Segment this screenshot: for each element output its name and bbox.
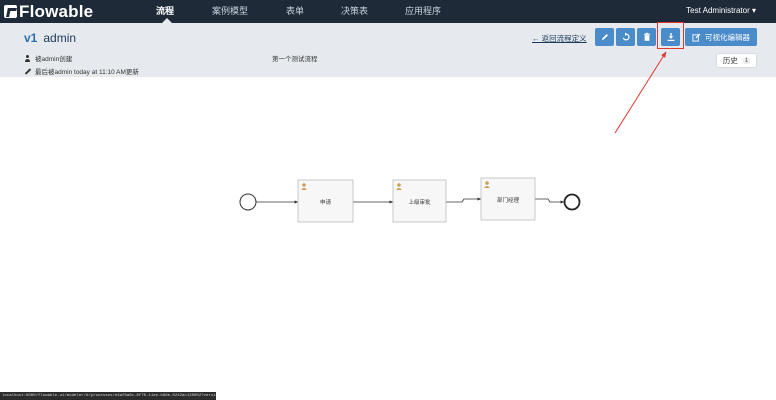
task-label: 部门经理 xyxy=(496,198,519,204)
task-label: 上级审批 xyxy=(408,200,431,206)
start-event[interactable] xyxy=(239,193,257,211)
annotation-arrow xyxy=(614,51,667,134)
sequence-flow-4[interactable] xyxy=(535,198,565,204)
browser-status-url: localhost:8080/flowable-ui/modeler/#/pro… xyxy=(0,392,216,400)
end-event[interactable] xyxy=(563,193,581,211)
sequence-flow-3[interactable] xyxy=(446,197,482,203)
process-diagram xyxy=(239,51,667,223)
task-label: 申请 xyxy=(319,200,331,206)
